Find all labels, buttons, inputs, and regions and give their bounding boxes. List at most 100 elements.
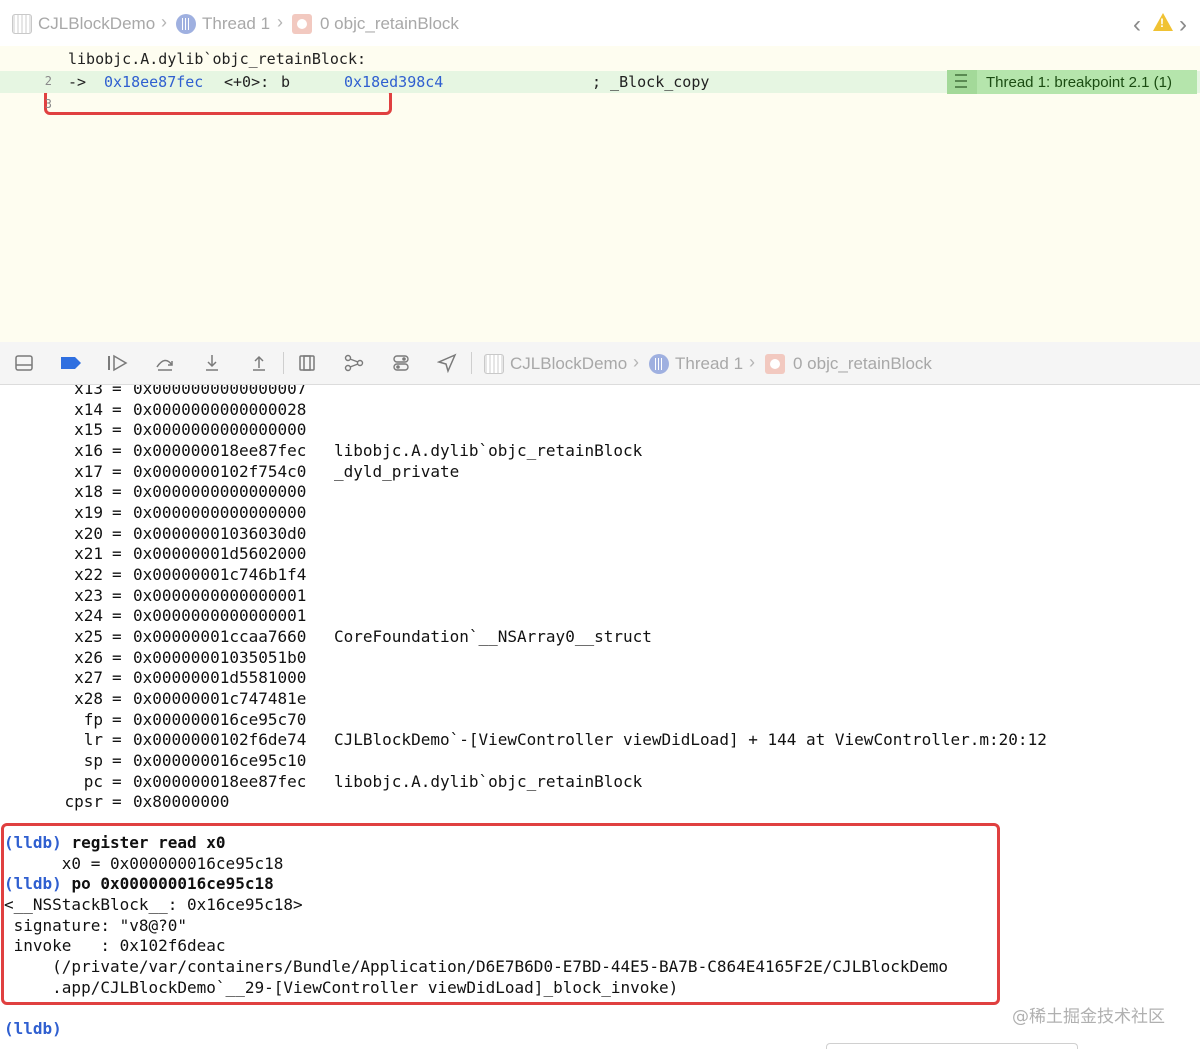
register-name: x21 [74, 544, 103, 564]
console-output: invoke : 0x102f6deac [4, 936, 226, 955]
register-equals: = [112, 585, 122, 605]
function-header: libobjc.A.dylib`objc_retainBlock: [68, 50, 367, 68]
register-value: 0x000000018ee87fec [133, 441, 307, 460]
register-value: 0x0000000000000001 [133, 585, 307, 605]
register-name: x27 [74, 668, 103, 688]
step-into-icon[interactable] [202, 353, 222, 373]
register-equals: = [112, 689, 122, 709]
breakpoints-toggle-icon[interactable] [59, 353, 83, 373]
register-equals: = [112, 544, 122, 564]
disassembly-line: 3 [0, 94, 1200, 116]
register-equals: = [112, 523, 122, 543]
register-equals: = [112, 385, 122, 398]
environment-overrides-icon[interactable] [391, 353, 411, 373]
register-row: pc = 0x000000018ee87fec libobjc.A.dylib`obj… [0, 771, 1200, 792]
branch-target: 0x18ed398c4 [344, 73, 444, 91]
project-icon [484, 354, 504, 374]
register-name: lr [83, 730, 103, 750]
debug-breadcrumb-frame[interactable]: 0 objc_retainBlock [765, 354, 932, 374]
breadcrumb-chevron-icon: › [633, 352, 639, 372]
watermark: @稀土掘金技术社区 [1012, 1007, 1165, 1027]
lldb-prompt: (lldb) [4, 1019, 62, 1038]
register-equals: = [112, 503, 122, 523]
register-equals: = [112, 399, 122, 419]
breadcrumb-project-label: CJLBlockDemo [38, 14, 156, 33]
disassembly-editor[interactable]: libobjc.A.dylib`objc_retainBlock: 2 -> 0… [0, 46, 1200, 343]
register-name: x25 [74, 627, 103, 647]
chevron-left-icon[interactable]: ‹ [1133, 11, 1141, 39]
breadcrumb-project[interactable]: CJLBlockDemo [12, 14, 155, 34]
breadcrumb-frame-label: 0 objc_retainBlock [320, 14, 459, 33]
breadcrumb-chevron-icon: › [749, 352, 755, 372]
debug-breadcrumb-project[interactable]: CJLBlockDemo [484, 354, 627, 374]
register-name: x15 [74, 420, 103, 440]
register-row: x18 = 0x0000000000000000 [0, 481, 1200, 502]
register-equals: = [112, 461, 122, 481]
register-row: x15 = 0x0000000000000000 [0, 419, 1200, 440]
instruction-comment: ; _Block_copy [592, 73, 710, 91]
register-row: x16 = 0x000000018ee87fec libobjc.A.dylib`ob… [0, 440, 1200, 461]
breadcrumb-chevron-icon: › [277, 12, 283, 32]
instruction-address: 0x18ee87fec [104, 73, 204, 91]
register-symbol: libobjc.A.dylib`objc_retainBlock [334, 771, 643, 791]
disassembly-line-header: libobjc.A.dylib`objc_retainBlock: [0, 48, 1200, 70]
hide-panel-icon[interactable] [14, 353, 34, 373]
simulate-location-icon[interactable] [437, 353, 457, 373]
debug-breadcrumb-project-label: CJLBlockDemo [510, 354, 628, 373]
register-value: 0x000000016ce95c10 [133, 751, 307, 771]
thread-icon [649, 354, 669, 374]
register-row: x23 = 0x0000000000000001 [0, 585, 1200, 606]
register-name: x23 [74, 585, 103, 605]
chevron-right-icon[interactable]: › [1179, 11, 1187, 39]
register-name: x14 [74, 399, 103, 419]
view-hierarchy-icon[interactable] [297, 353, 317, 373]
memory-graph-icon[interactable] [344, 353, 364, 373]
register-row: x25 = 0x00000001ccaa7660 CoreFoundation`__N… [0, 626, 1200, 647]
breakpoint-annotation[interactable]: Thread 1: breakpoint 2.1 (1) [947, 70, 1197, 94]
register-name: x20 [74, 523, 103, 543]
project-icon [12, 14, 32, 34]
register-value: 0x0000000102f754c0 [133, 461, 307, 481]
register-value: 0x00000001c747481e [133, 689, 307, 709]
register-equals: = [112, 420, 122, 440]
register-equals: = [112, 730, 122, 750]
register-row: x28 = 0x00000001c747481e [0, 688, 1200, 709]
debug-breadcrumb-thread[interactable]: Thread 1 [649, 354, 743, 374]
console-output: (/private/var/containers/Bundle/Applicat… [4, 957, 949, 976]
register-row: cpsr = 0x80000000 [0, 791, 1200, 812]
line-number: 2 [44, 74, 52, 88]
debug-console[interactable]: x13 = 0x0000000000000007 x14 = 0x000000000000… [0, 385, 1200, 1049]
register-row: x21 = 0x00000001d5602000 [0, 543, 1200, 564]
continue-icon[interactable] [106, 353, 130, 373]
register-name: pc [83, 771, 103, 791]
register-value: 0x0000000000000000 [133, 503, 307, 523]
top-jump-bar: CJLBlockDemo › Thread 1 › 0 objc_retainB… [0, 0, 1200, 47]
instruction-offset: <+0>: [224, 73, 270, 91]
register-row: x20 = 0x00000001036030d0 [0, 523, 1200, 544]
register-row: x24 = 0x0000000000000001 [0, 605, 1200, 626]
register-value: 0x0000000102f6de74 [133, 730, 307, 750]
register-value: 0x0000000000000000 [133, 420, 307, 440]
register-name: x17 [74, 461, 103, 481]
register-equals: = [112, 441, 122, 460]
instruction-mnemonic: b [281, 73, 291, 91]
register-value: 0x00000001d5581000 [133, 668, 307, 688]
register-value: 0x000000016ce95c70 [133, 709, 307, 729]
breadcrumb-thread-label: Thread 1 [202, 14, 271, 33]
step-out-icon[interactable] [249, 353, 269, 373]
register-row: x22 = 0x00000001c746b1f4 [0, 564, 1200, 585]
console-scroll-indicator[interactable] [826, 1043, 1078, 1049]
console-line: (lldb) po 0x000000016ce95c18 [4, 873, 274, 894]
step-over-icon[interactable] [155, 353, 175, 373]
thread-icon [176, 14, 196, 34]
breadcrumb-thread[interactable]: Thread 1 [176, 14, 270, 34]
console-output: x0 = 0x000000016ce95c18 [4, 854, 284, 873]
warning-icon[interactable]: ! [1153, 13, 1173, 31]
lldb-prompt: (lldb) [4, 874, 62, 893]
register-value: 0x80000000 [133, 792, 230, 812]
register-name: x28 [74, 689, 103, 709]
register-equals: = [112, 565, 122, 585]
console-input-line[interactable]: (lldb) [4, 1018, 62, 1039]
breadcrumb-frame[interactable]: 0 objc_retainBlock [292, 14, 459, 34]
register-row: x17 = 0x0000000102f754c0 _dyld_private [0, 461, 1200, 482]
